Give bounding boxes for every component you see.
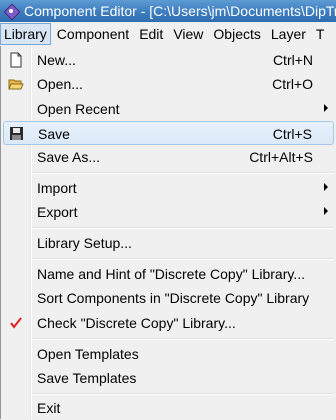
new-file-icon <box>7 51 25 69</box>
checkmark-icon <box>7 314 25 332</box>
menu-item-shortcut: Ctrl+S <box>272 126 312 142</box>
menu-item-shortcut: Ctrl+O <box>272 76 313 92</box>
floppy-disk-icon <box>8 125 26 143</box>
menu-item-library-setup[interactable]: Library Setup... <box>3 231 334 255</box>
menu-item-save-as[interactable]: Save As... Ctrl+Alt+S <box>3 145 334 169</box>
title-bar[interactable]: Component Editor - [C:\Users\jm\Document… <box>0 0 336 22</box>
menu-bar: Library Component Edit View Objects Laye… <box>0 22 336 46</box>
menu-component[interactable]: Component <box>53 23 133 45</box>
menu-truncated[interactable]: T <box>312 23 329 45</box>
menu-separator <box>32 393 334 395</box>
submenu-arrow-icon <box>324 104 328 112</box>
app-icon[interactable] <box>3 3 21 21</box>
menu-item-save-templates[interactable]: Save Templates <box>3 366 334 390</box>
window-title: Component Editor - [C:\Users\jm\Document… <box>24 3 336 19</box>
menu-separator <box>32 227 334 229</box>
menu-item-label: Open Templates <box>37 346 139 362</box>
menu-layer[interactable]: Layer <box>267 23 310 45</box>
menu-item-sort-components[interactable]: Sort Components in "Discrete Copy" Libra… <box>3 286 334 310</box>
menu-item-check-library[interactable]: Check "Discrete Copy" Library... <box>3 311 334 335</box>
menu-item-shortcut: Ctrl+Alt+S <box>249 149 313 165</box>
menu-separator <box>32 172 334 174</box>
library-dropdown-menu: New... Ctrl+N Open... Ctrl+O Open Recent… <box>0 46 336 419</box>
open-folder-icon <box>7 75 25 93</box>
menu-item-label: Save Templates <box>37 370 137 386</box>
menu-item-shortcut: Ctrl+N <box>272 52 313 68</box>
menu-separator <box>32 258 334 260</box>
menu-item-label: Open Recent <box>37 101 120 117</box>
menu-edit[interactable]: Edit <box>135 23 167 45</box>
menu-item-label: Library Setup... <box>37 235 132 251</box>
menu-item-save[interactable]: Save Ctrl+S <box>3 121 334 145</box>
menu-item-open-templates[interactable]: Open Templates <box>3 342 334 366</box>
menu-item-label: Open... <box>37 76 83 92</box>
menu-item-import[interactable]: Import <box>3 176 334 200</box>
menu-item-label: New... <box>37 52 76 68</box>
menu-separator <box>32 338 334 340</box>
submenu-arrow-icon <box>324 207 328 215</box>
menu-item-label: Name and Hint of "Discrete Copy" Library… <box>37 266 306 282</box>
menu-objects[interactable]: Objects <box>209 23 264 45</box>
menu-item-label: Sort Components in "Discrete Copy" Libra… <box>37 290 310 306</box>
menu-item-exit[interactable]: Exit <box>3 396 334 420</box>
menu-item-label: Exit <box>37 400 61 416</box>
menu-item-name-and-hint[interactable]: Name and Hint of "Discrete Copy" Library… <box>3 262 334 286</box>
menu-item-label: Check "Discrete Copy" Library... <box>37 315 236 331</box>
menu-item-label: Export <box>37 204 78 220</box>
menu-view[interactable]: View <box>169 23 207 45</box>
menu-item-label: Save As... <box>37 149 101 165</box>
submenu-arrow-icon <box>324 183 328 191</box>
menu-item-label: Import <box>37 180 77 196</box>
menu-item-open-recent[interactable]: Open Recent <box>3 97 334 121</box>
menu-item-open[interactable]: Open... Ctrl+O <box>3 72 334 96</box>
menu-item-label: Save <box>38 126 70 142</box>
menu-item-export[interactable]: Export <box>3 200 334 224</box>
menu-library[interactable]: Library <box>0 23 51 45</box>
menu-item-new[interactable]: New... Ctrl+N <box>3 48 334 72</box>
